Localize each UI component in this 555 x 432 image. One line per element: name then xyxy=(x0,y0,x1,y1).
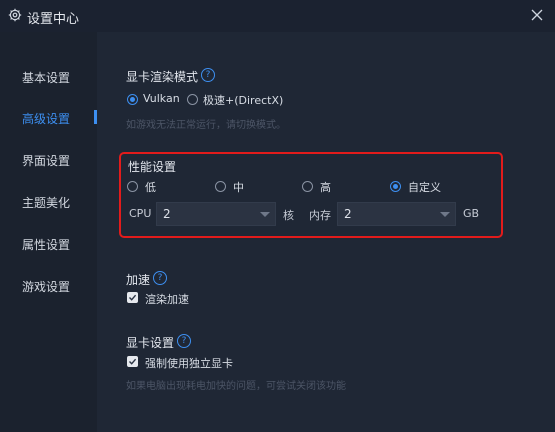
force-gpu-checkbox[interactable] xyxy=(127,356,138,367)
checkmark-icon xyxy=(129,358,137,365)
gpu-hint: 如果电脑出现耗电加快的问题，可尝试关闭该功能 xyxy=(126,381,346,392)
cpu-select[interactable]: 2 xyxy=(156,202,276,226)
memory-select[interactable]: 2 xyxy=(337,202,456,226)
radio-perf-custom-label[interactable]: 自定义 xyxy=(408,179,441,195)
gpu-title: 显卡设置 xyxy=(126,336,175,350)
radio-perf-medium-label[interactable]: 中 xyxy=(233,179,244,195)
memory-select-value: 2 xyxy=(344,207,352,221)
cpu-unit: 核 xyxy=(283,209,294,222)
render-mode-help-icon[interactable]: ? xyxy=(201,68,215,82)
active-indicator xyxy=(94,110,97,124)
radio-perf-high-label[interactable]: 高 xyxy=(320,179,331,195)
radio-perf-medium[interactable] xyxy=(215,181,226,192)
cpu-select-value: 2 xyxy=(163,207,171,221)
render-mode-hint: 如游戏无法正常运行，请切换模式。 xyxy=(126,120,286,131)
performance-title: 性能设置 xyxy=(128,160,177,174)
radio-perf-custom[interactable] xyxy=(390,181,401,192)
render-accel-label[interactable]: 渲染加速 xyxy=(145,291,189,307)
acceleration-help-icon[interactable]: ? xyxy=(153,271,167,285)
window-title: 设置中心 xyxy=(27,12,80,27)
memory-unit: GB xyxy=(463,207,480,220)
radio-vulkan[interactable] xyxy=(127,94,138,105)
radio-vulkan-label[interactable]: Vulkan xyxy=(143,92,180,105)
sidebar-item-theme[interactable]: 主题美化 xyxy=(22,194,70,211)
close-icon[interactable] xyxy=(529,7,545,23)
title-bar: 设置中心 xyxy=(0,0,555,32)
gpu-help-icon[interactable]: ? xyxy=(177,334,191,348)
sidebar-item-advanced[interactable]: 高级设置 xyxy=(22,110,70,127)
sidebar-item-basic[interactable]: 基本设置 xyxy=(22,69,70,86)
chevron-down-icon xyxy=(260,212,270,217)
render-accel-checkbox[interactable] xyxy=(127,292,138,303)
acceleration-title: 加速 xyxy=(126,273,151,287)
render-mode-title: 显卡渲染模式 xyxy=(126,70,199,84)
memory-label: 内存 xyxy=(309,209,331,222)
sidebar: 基本设置 高级设置 界面设置 主题美化 属性设置 游戏设置 xyxy=(0,32,97,432)
radio-perf-high[interactable] xyxy=(302,181,313,192)
radio-perf-low-label[interactable]: 低 xyxy=(145,179,156,195)
sidebar-item-properties[interactable]: 属性设置 xyxy=(22,236,70,253)
cpu-label: CPU xyxy=(129,207,152,220)
checkmark-icon xyxy=(129,294,137,301)
chevron-down-icon xyxy=(440,212,450,217)
radio-directx[interactable] xyxy=(187,94,198,105)
settings-gear-icon xyxy=(8,8,22,22)
radio-directx-label[interactable]: 极速+(DirectX) xyxy=(203,92,283,108)
sidebar-item-interface[interactable]: 界面设置 xyxy=(22,152,70,169)
radio-perf-low[interactable] xyxy=(127,181,138,192)
sidebar-item-game[interactable]: 游戏设置 xyxy=(22,278,70,295)
force-gpu-label[interactable]: 强制使用独立显卡 xyxy=(145,355,233,371)
